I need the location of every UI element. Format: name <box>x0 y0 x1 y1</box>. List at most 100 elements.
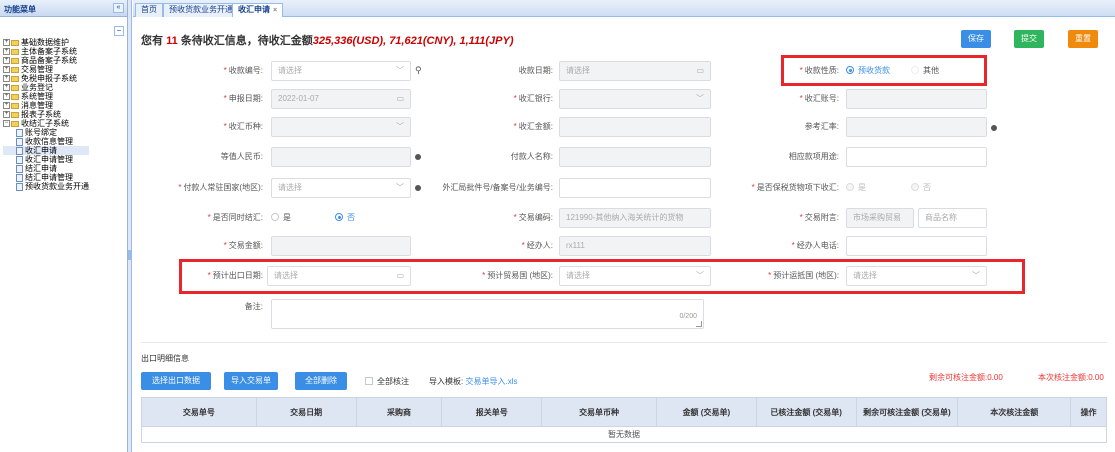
calendar-icon: ▭ <box>396 94 404 103</box>
nature-prepayment-radio[interactable]: 预收货款 <box>846 61 890 81</box>
column-header[interactable]: 交易单币种 <box>542 398 657 426</box>
delete-all-button[interactable]: 全部删除 <box>295 372 347 390</box>
trade-code-input[interactable]: 121990-其他纳入海关统计的货物 <box>559 208 711 228</box>
column-header[interactable]: 金额 (交易单) <box>657 398 757 426</box>
sidebar-item[interactable]: 结汇申请管理 <box>3 173 89 182</box>
bonded-yes-radio[interactable]: 是 <box>846 178 866 198</box>
expand-toggle-icon[interactable]: + <box>3 93 10 100</box>
receipt-date-input[interactable]: 请选择 ▭ <box>559 61 711 81</box>
sidebar-item-label: 预收货款业务开通 <box>25 182 89 191</box>
column-header[interactable]: 操作 <box>1071 398 1106 426</box>
expand-toggle-icon[interactable]: + <box>3 66 10 73</box>
receipt-no-label: * 收款编号: <box>223 66 263 75</box>
help-icon[interactable] <box>415 154 421 160</box>
ref-rate-input[interactable] <box>846 117 987 137</box>
export-date-input[interactable]: 请选择 ▭ <box>267 266 411 286</box>
sidebar-item-label: 业务登记 <box>21 83 53 92</box>
currency-select[interactable]: ﹀ <box>271 117 411 137</box>
sidebar-item[interactable]: 收汇申请 <box>3 146 89 155</box>
column-header[interactable]: 报关单号 <box>442 398 543 426</box>
sidebar-item[interactable]: + 商品备案子系统 <box>3 56 89 65</box>
currency-label: * 收汇币种: <box>223 122 263 131</box>
payer-country-label: * 付款人常驻国家(地区): <box>178 183 263 192</box>
tab-home[interactable]: 首页 <box>135 3 163 17</box>
reset-button[interactable]: 重置 <box>1068 30 1098 48</box>
sidebar-item[interactable]: + 免税申报子系统 <box>3 74 89 83</box>
expand-toggle-icon[interactable]: + <box>3 39 10 46</box>
settle-no-radio[interactable]: 否 <box>335 208 355 228</box>
expand-toggle-icon[interactable]: + <box>3 84 10 91</box>
column-header[interactable]: 已核注金额 (交易单) <box>757 398 857 426</box>
save-button[interactable]: 保存 <box>961 30 991 48</box>
handler-input[interactable]: rx111 <box>559 236 711 256</box>
column-header[interactable]: 交易单号 <box>142 398 257 426</box>
trade-country-select[interactable]: 请选择 ﹀ <box>559 266 711 286</box>
sidebar-item[interactable]: 收汇申请管理 <box>3 155 89 164</box>
remark-textarea[interactable]: 0/200 <box>271 299 704 329</box>
payer-name-input[interactable] <box>559 147 711 167</box>
receiving-account-input[interactable] <box>846 89 987 109</box>
bonded-no-radio[interactable]: 否 <box>911 178 931 198</box>
export-date-label: * 预计出口日期: <box>207 271 263 280</box>
purpose-input[interactable] <box>846 147 987 167</box>
folder-icon <box>11 39 19 46</box>
receipt-no-select[interactable]: 请选择 ﹀ <box>271 61 411 81</box>
sidebar-item[interactable]: + 系统管理 <box>3 92 89 101</box>
sidebar-item[interactable]: 账号绑定 <box>3 128 89 137</box>
sidebar-splitter[interactable] <box>128 0 132 452</box>
expand-toggle-icon[interactable]: − <box>3 120 10 127</box>
sidebar-item[interactable]: + 主体备案子系统 <box>3 47 89 56</box>
empty-table-message: 暂无数据 <box>141 427 1107 443</box>
tab-receipt-application[interactable]: 收汇申请 × <box>232 3 284 17</box>
trade-note-market-input[interactable]: 市场采购贸易 <box>846 208 914 228</box>
document-icon <box>16 164 23 173</box>
sidebar-item[interactable]: 收款信息管理 <box>3 137 89 146</box>
trade-note-goods-input[interactable]: 商品名称 <box>918 208 987 228</box>
help-icon[interactable] <box>991 125 997 131</box>
resize-handle[interactable] <box>696 321 702 327</box>
template-download-link[interactable]: 交易单导入.xls <box>465 377 517 386</box>
sidebar-item[interactable]: + 业务登记 <box>3 83 89 92</box>
column-header[interactable]: 采购商 <box>357 398 443 426</box>
sidebar-item[interactable]: + 消息管理 <box>3 101 89 110</box>
collapse-all-button[interactable]: − <box>114 26 124 36</box>
rmb-equiv-input[interactable] <box>271 147 411 167</box>
collapse-sidebar-button[interactable]: « <box>113 3 124 13</box>
close-icon[interactable]: × <box>273 7 277 14</box>
column-header[interactable]: 交易日期 <box>257 398 357 426</box>
receiving-bank-select[interactable]: ﹀ <box>559 89 711 109</box>
trade-amount-input[interactable] <box>271 236 411 256</box>
sidebar-item[interactable]: + 交易管理 <box>3 65 89 74</box>
dest-country-select[interactable]: 请选择 ﹀ <box>846 266 987 286</box>
nature-other-radio[interactable]: 其他 <box>911 61 939 81</box>
sidebar-item[interactable]: 结汇申请 <box>3 164 89 173</box>
folder-icon <box>11 75 19 82</box>
help-icon[interactable] <box>415 185 421 191</box>
search-icon[interactable]: ⚲ <box>415 65 422 76</box>
column-header[interactable]: 本次核注金额 <box>958 398 1072 426</box>
declare-date-label: * 申报日期: <box>223 94 263 103</box>
sidebar-item[interactable]: + 报表子系统 <box>3 110 89 119</box>
check-all-checkbox[interactable]: 全部核注 <box>365 376 409 387</box>
import-trade-button[interactable]: 导入交易单 <box>224 372 278 390</box>
sidebar-item-label: 消息管理 <box>21 101 53 110</box>
amount-label: * 收汇金额: <box>513 122 553 131</box>
expand-toggle-icon[interactable]: + <box>3 57 10 64</box>
approval-no-input[interactable] <box>559 178 711 198</box>
expand-toggle-icon[interactable]: + <box>3 75 10 82</box>
column-header[interactable]: 剩余可核注金额 (交易单) <box>857 398 959 426</box>
splitter-grip[interactable] <box>128 250 131 260</box>
submit-button[interactable]: 提交 <box>1014 30 1044 48</box>
expand-toggle-icon[interactable]: + <box>3 48 10 55</box>
sidebar-item[interactable]: 预收货款业务开通 <box>3 182 89 191</box>
settle-yes-radio[interactable]: 是 <box>271 208 291 228</box>
handler-phone-input[interactable] <box>846 236 987 256</box>
payer-country-select[interactable]: 请选择 ﹀ <box>271 178 411 198</box>
sidebar-item[interactable]: + 基础数据维护 <box>3 38 89 47</box>
sidebar-item[interactable]: − 收结汇子系统 <box>3 119 89 128</box>
select-export-data-button[interactable]: 选择出口数据 <box>141 372 211 390</box>
expand-toggle-icon[interactable]: + <box>3 102 10 109</box>
declare-date-input[interactable]: 2022-01-07 ▭ <box>271 89 411 109</box>
expand-toggle-icon[interactable]: + <box>3 111 10 118</box>
amount-input[interactable] <box>559 117 711 137</box>
